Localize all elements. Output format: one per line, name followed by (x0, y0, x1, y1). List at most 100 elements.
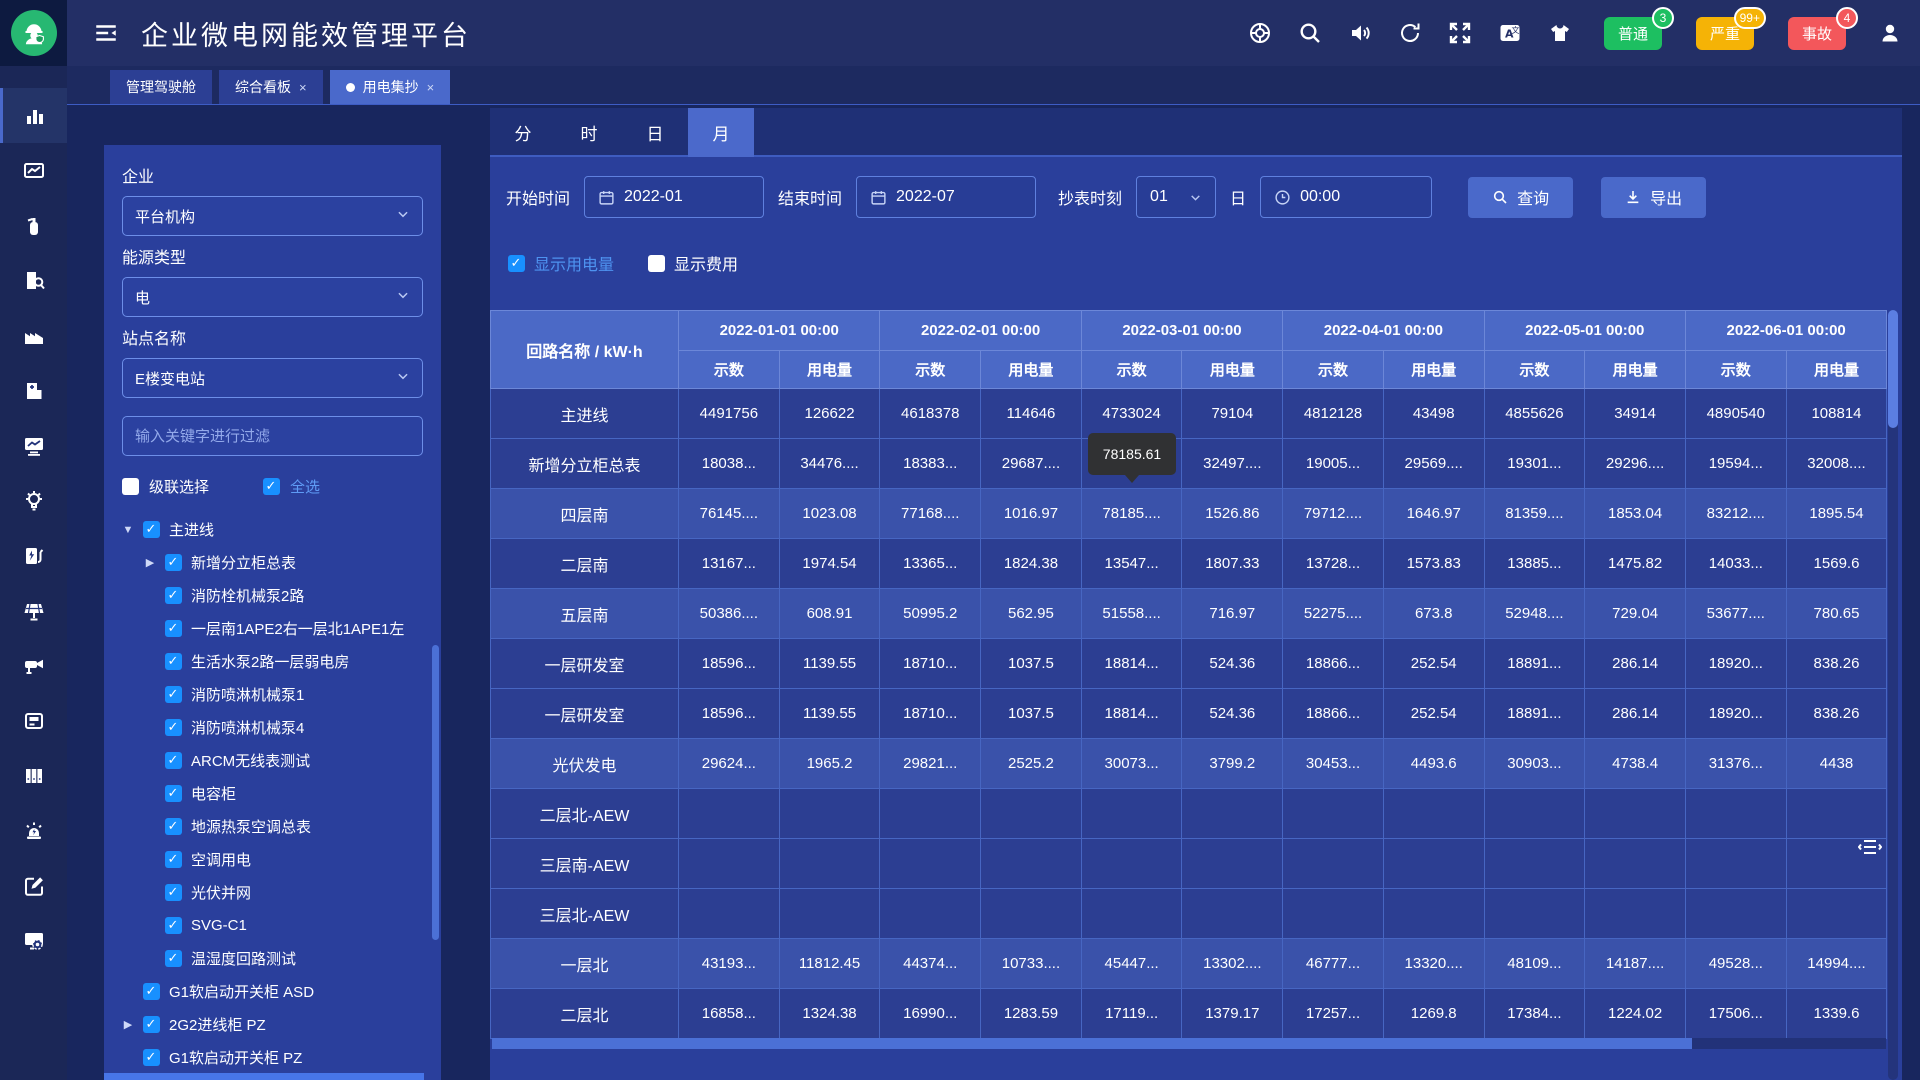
volume-icon[interactable] (1348, 21, 1372, 45)
sidebar-item-factory[interactable] (0, 308, 67, 363)
tree-node-checkbox[interactable] (143, 1016, 160, 1033)
tree-node-checkbox[interactable] (165, 653, 182, 670)
query-button[interactable]: 查询 (1468, 177, 1573, 218)
tree-node[interactable]: 一层南1APE2右一层北1APE1左 (122, 612, 423, 645)
tree-node-checkbox[interactable] (165, 785, 182, 802)
meter-clock-input[interactable]: 00:00 (1260, 176, 1432, 218)
org-select[interactable]: 平台机构 (122, 196, 423, 236)
tree-node[interactable]: SVG-C1 (122, 909, 423, 942)
table-row[interactable]: 三层南-AEW (491, 839, 1887, 889)
sidebar-item-cctv-camera[interactable] (0, 638, 67, 693)
table-vertical-scrollbar[interactable] (1888, 310, 1898, 1080)
refresh-icon[interactable] (1398, 21, 1422, 45)
sidebar-item-inspection-book[interactable] (0, 253, 67, 308)
show-energy-option[interactable]: 显示用电量 (508, 251, 614, 275)
meter-day-select[interactable]: 01 (1136, 176, 1216, 218)
tree-node-checkbox[interactable] (165, 719, 182, 736)
energy-select[interactable]: 电 (122, 277, 423, 317)
show-cost-checkbox[interactable] (648, 255, 665, 272)
nav-tab-1[interactable]: 管理驾驶舱 (110, 70, 212, 104)
table-row[interactable]: 二层北16858...1324.3816990...1283.5917119..… (491, 989, 1887, 1039)
sidebar-item-charging-pile[interactable] (0, 528, 67, 583)
show-energy-checkbox[interactable] (508, 255, 525, 272)
alert-button-2[interactable]: 严重 99+ (1696, 17, 1754, 50)
panel-horizontal-scrollbar[interactable] (104, 1073, 424, 1080)
table-horizontal-scrollbar[interactable] (492, 1038, 1886, 1049)
sidebar-item-trend-board[interactable] (0, 143, 67, 198)
tree-node-checkbox[interactable] (165, 884, 182, 901)
tree-node-checkbox[interactable] (165, 917, 182, 934)
period-tab-3[interactable]: 日 (622, 108, 688, 157)
tree-expand-icon[interactable]: ▼ (122, 524, 134, 536)
table-row[interactable]: 一层研发室18596...1139.5518710...1037.518814.… (491, 639, 1887, 689)
tree-node-checkbox[interactable] (165, 851, 182, 868)
tree-node-checkbox[interactable] (165, 950, 182, 967)
tree-node-checkbox[interactable] (143, 521, 160, 538)
app-logo[interactable] (0, 0, 67, 66)
period-tab-2[interactable]: 时 (556, 108, 622, 157)
tree-filter-input[interactable] (122, 416, 423, 456)
sidebar-item-hospital-building[interactable] (0, 363, 67, 418)
tree-node[interactable]: ▼ 主进线 (122, 513, 423, 546)
cascade-checkbox[interactable] (122, 478, 139, 495)
panel-resize-handle[interactable] (1858, 836, 1882, 863)
nav-tab-3[interactable]: 用电集抄× (330, 70, 451, 104)
tree-node[interactable]: 空调用电 (122, 843, 423, 876)
fullscreen-icon[interactable] (1448, 21, 1472, 45)
sidebar-item-pc-settings[interactable] (0, 913, 67, 968)
sidebar-item-alarm-siren[interactable] (0, 803, 67, 858)
sidebar-item-bulb[interactable] (0, 473, 67, 528)
sidebar-item-edit-square[interactable] (0, 858, 67, 913)
sidebar-item-bar-chart[interactable] (0, 88, 67, 143)
export-button[interactable]: 导出 (1601, 177, 1706, 218)
close-icon[interactable]: × (299, 80, 307, 95)
table-row[interactable]: 光伏发电29624...1965.229821...2525.230073...… (491, 739, 1887, 789)
tree-node[interactable]: 光伏并网 (122, 876, 423, 909)
nav-tab-2[interactable]: 综合看板× (219, 70, 323, 104)
select-all-checkbox[interactable] (263, 478, 280, 495)
panel-vertical-scrollbar[interactable] (432, 645, 439, 940)
tree-node[interactable]: ▶ 新增分立柜总表 (122, 546, 423, 579)
theme-shirt-icon[interactable] (1548, 21, 1572, 45)
table-row[interactable]: 二层南13167...1974.5413365...1824.3813547..… (491, 539, 1887, 589)
tree-node-checkbox[interactable] (165, 686, 182, 703)
tree-node-checkbox[interactable] (165, 620, 182, 637)
tree-node[interactable]: ARCM无线表测试 (122, 744, 423, 777)
show-cost-option[interactable]: 显示费用 (648, 251, 738, 275)
user-icon[interactable] (1878, 21, 1902, 45)
tree-node-checkbox[interactable] (165, 752, 182, 769)
alert-button-3[interactable]: 事故 4 (1788, 17, 1846, 50)
tree-node[interactable]: 电容柜 (122, 777, 423, 810)
select-all-label[interactable]: 全选 (290, 476, 320, 497)
tree-node[interactable]: 生活水泵2路一层弱电房 (122, 645, 423, 678)
tree-node-checkbox[interactable] (143, 1049, 160, 1066)
alert-button-1[interactable]: 普通 3 (1604, 17, 1662, 50)
tree-node[interactable]: 地源热泵空调总表 (122, 810, 423, 843)
tree-node[interactable]: G1软启动开关柜 PZ (122, 1041, 423, 1074)
start-date-input[interactable]: 2022-01 (584, 176, 764, 218)
station-select[interactable]: E楼变电站 (122, 358, 423, 398)
tree-node[interactable]: G1软启动开关柜 ASD (122, 975, 423, 1008)
tree-node[interactable]: ▶ 2G2进线柜 PZ (122, 1008, 423, 1041)
tree-node-checkbox[interactable] (165, 587, 182, 604)
sidebar-item-archive-cabinet[interactable] (0, 748, 67, 803)
help-ring-icon[interactable] (1248, 21, 1272, 45)
sidebar-item-solar-panel[interactable] (0, 583, 67, 638)
translate-icon[interactable]: A文 (1498, 21, 1522, 45)
tree-node-checkbox[interactable] (165, 818, 182, 835)
tree-node[interactable]: 消防栓机械泵2路 (122, 579, 423, 612)
table-row[interactable]: 二层北-AEW (491, 789, 1887, 839)
tree-node-checkbox[interactable] (143, 983, 160, 1000)
tree-node[interactable]: 消防喷淋机械泵4 (122, 711, 423, 744)
table-row[interactable]: 一层研发室18596...1139.5518710...1037.518814.… (491, 689, 1887, 739)
sidebar-item-fire-extinguisher[interactable] (0, 198, 67, 253)
period-tab-1[interactable]: 分 (490, 108, 556, 157)
table-row[interactable]: 一层北43193...11812.4544374...10733....4544… (491, 939, 1887, 989)
table-row[interactable]: 四层南76145....1023.0877168....1016.9778185… (491, 489, 1887, 539)
tree-expand-icon[interactable]: ▶ (122, 1018, 134, 1031)
sidebar-item-meter-device[interactable] (0, 693, 67, 748)
close-icon[interactable]: × (427, 80, 435, 95)
tree-node[interactable]: 温湿度回路测试 (122, 942, 423, 975)
sidebar-item-monitor-chart[interactable] (0, 418, 67, 473)
table-row[interactable]: 三层北-AEW (491, 889, 1887, 939)
